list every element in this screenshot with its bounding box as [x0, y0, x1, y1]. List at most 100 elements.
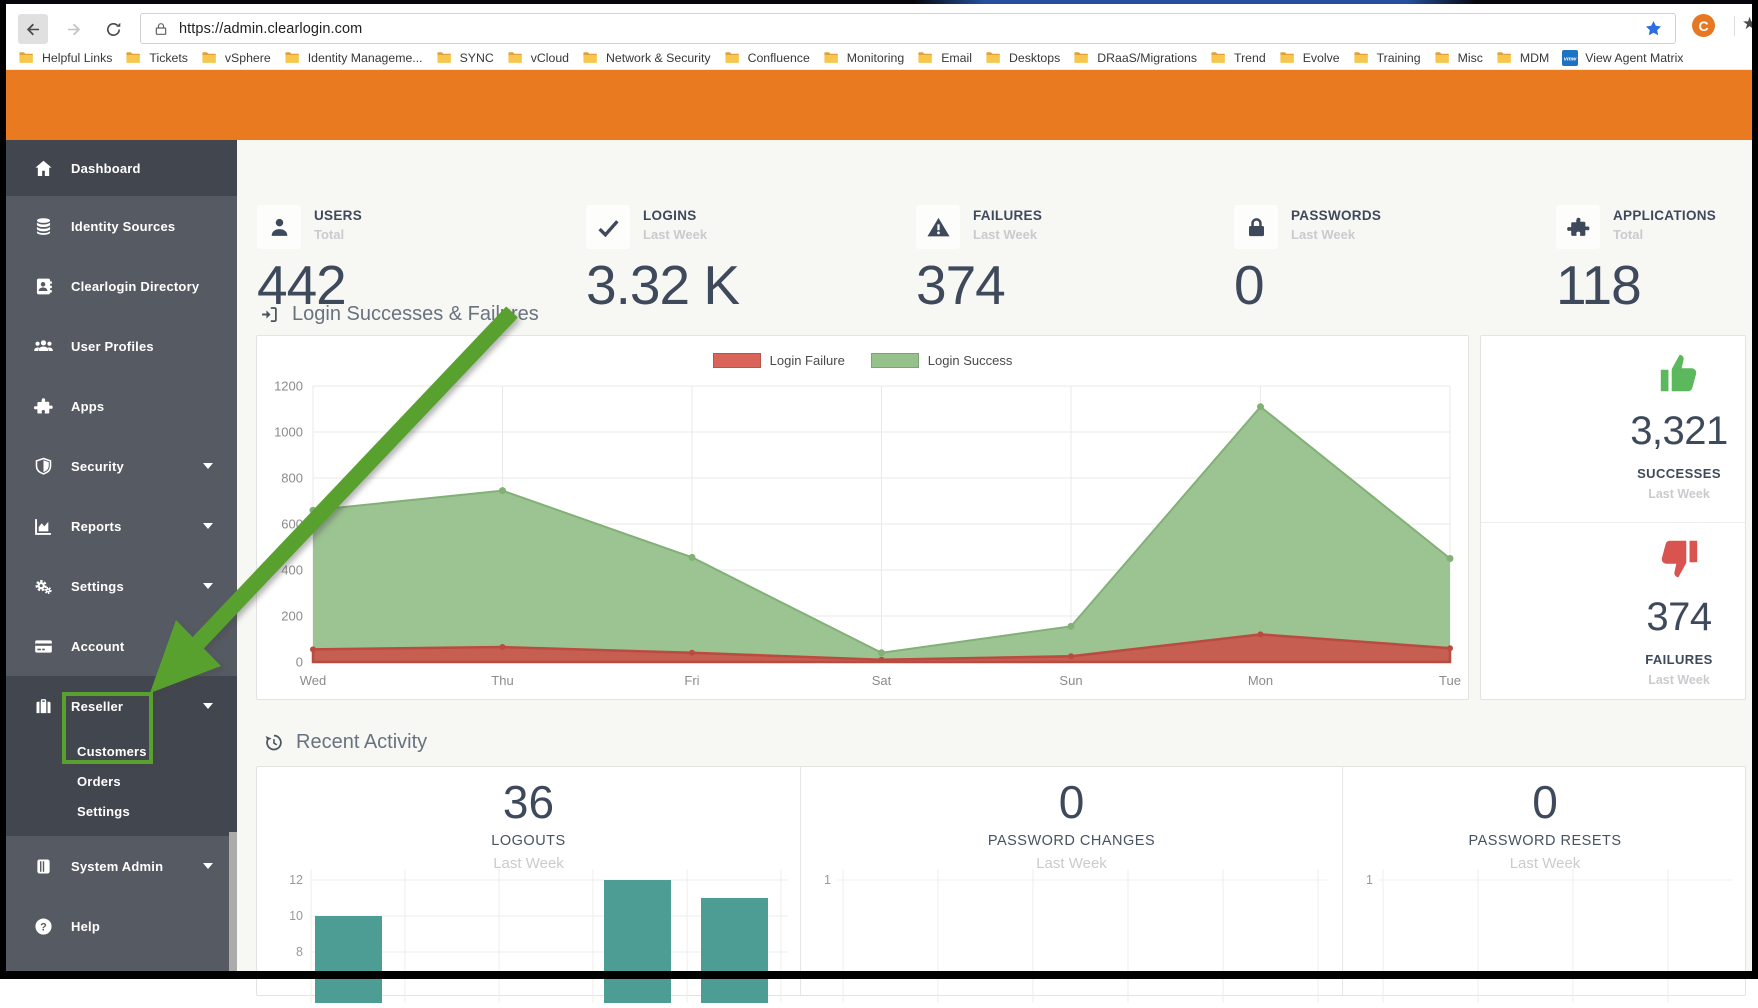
sidebar-item-settings[interactable]: Settings	[0, 556, 237, 616]
stat-failures: FAILURESLast Week374	[916, 205, 1042, 313]
bookmark-label: SYNC	[460, 51, 494, 65]
recent-label: PASSWORD CHANGES	[801, 833, 1342, 849]
sidebar-subitem-label: Settings	[77, 804, 130, 819]
stat-value: 3.32 K	[586, 258, 739, 313]
logins-section-title: Login Successes & Failures	[259, 303, 539, 326]
history-icon	[263, 732, 284, 753]
app-header: EVOLVE IP WORKSPACES POWERED BY CLEARLOG…	[0, 70, 1758, 140]
sidebar-item-label: User Profiles	[71, 339, 237, 354]
home-icon	[33, 158, 54, 179]
recent-activity-title-text: Recent Activity	[296, 731, 427, 754]
bookmark-vsphere[interactable]: vSphere	[201, 50, 271, 65]
folder-icon	[724, 50, 741, 65]
vmw-icon: vmw	[1562, 50, 1578, 66]
recent-mini-chart[interactable]: 1	[1343, 863, 1748, 1008]
sidebar-item-identity-sources[interactable]: Identity Sources	[0, 196, 237, 256]
folder-icon	[125, 50, 142, 65]
bookmark-trend[interactable]: Trend	[1210, 50, 1266, 65]
folder-icon	[1210, 50, 1227, 65]
sidebar-item-apps[interactable]: Apps	[0, 376, 237, 436]
recent-mini-chart[interactable]: 1	[801, 863, 1343, 1008]
chart-area-icon	[33, 516, 54, 537]
clearlogin-extension-icon[interactable]: C	[1692, 14, 1715, 37]
bookmark-label: Evolve	[1303, 51, 1340, 65]
bookmark-mdm[interactable]: MDM	[1496, 50, 1549, 65]
bookmark-desktops[interactable]: Desktops	[985, 50, 1060, 65]
bookmark-vcloud[interactable]: vCloud	[507, 50, 569, 65]
bookmark-label: Network & Security	[606, 51, 711, 65]
question-icon: ?	[33, 916, 54, 937]
sidebar-subitem-reseller-customers[interactable]: Customers	[0, 736, 237, 766]
svg-text:0: 0	[296, 655, 303, 670]
recent-value: 0	[801, 778, 1342, 826]
sidebar-item-dashboard[interactable]: Dashboard	[0, 140, 237, 196]
browser-reload-button[interactable]	[98, 14, 128, 44]
sidebar-item-clearlogin-directory[interactable]: Clearlogin Directory	[0, 256, 237, 316]
folder-icon	[284, 50, 301, 65]
back-icon	[24, 20, 43, 39]
sidebar-item-security[interactable]: Security	[0, 436, 237, 496]
bookmark-network-security[interactable]: Network & Security	[582, 50, 711, 65]
stat-passwords: PASSWORDSLast Week0	[1234, 205, 1381, 313]
bookmark-label: Email	[941, 51, 972, 65]
bookmark-evolve[interactable]: Evolve	[1279, 50, 1340, 65]
sidebar-section-reseller: Reseller Customers Orders Settings	[0, 676, 237, 836]
recent-mini-chart[interactable]: 12108	[257, 863, 800, 1008]
bookmark-label: DRaaS/Migrations	[1097, 51, 1197, 65]
toolbar-divider	[1734, 16, 1735, 36]
bookmark-tickets[interactable]: Tickets	[125, 50, 188, 65]
sidebar-item-label: Security	[71, 459, 203, 474]
sidebar-item-help[interactable]: ?Help	[0, 896, 237, 956]
bookmark-misc[interactable]: Misc	[1434, 50, 1483, 65]
sidebar-subitem-label: Customers	[77, 744, 147, 759]
bookmark-training[interactable]: Training	[1353, 50, 1421, 65]
window-frame-bottom	[0, 971, 1758, 979]
address-bar[interactable]: https://admin.clearlogin.com	[140, 13, 1676, 44]
thumbs-up-icon	[1656, 350, 1702, 396]
recent-label: PASSWORD RESETS	[1343, 833, 1747, 849]
scrollbar-thumb[interactable]	[229, 832, 237, 971]
login-area-chart[interactable]: 020040060080010001200WedThuFriSatSunMonT…	[257, 336, 1470, 704]
recent-card-password-changes: 0PASSWORD CHANGESLast Week1	[800, 767, 1342, 995]
sidebar-item-reseller[interactable]: Reseller	[0, 676, 237, 736]
bookmark-label: Helpful Links	[42, 51, 112, 65]
recent-label: LOGOUTS	[257, 833, 800, 849]
reload-icon	[104, 20, 123, 39]
address-book-icon	[33, 276, 54, 297]
bookmark-email[interactable]: Email	[917, 50, 972, 65]
folder-icon	[985, 50, 1002, 65]
stat-value: 0	[1234, 258, 1381, 313]
chevron-down-icon	[203, 703, 213, 709]
svg-text:Tue: Tue	[1439, 673, 1461, 688]
bookmark-confluence[interactable]: Confluence	[724, 50, 810, 65]
bookmark-view-agent-matrix[interactable]: vmwView Agent Matrix	[1562, 50, 1683, 66]
successes-summary: 3,321 SUCCESSES Last Week	[1601, 350, 1757, 501]
bookmark-label: Monitoring	[847, 51, 904, 65]
browser-back-button[interactable]	[18, 14, 48, 44]
svg-text:800: 800	[281, 471, 303, 486]
sidebar-item-reports[interactable]: Reports	[0, 496, 237, 556]
bookmark-sync[interactable]: SYNC	[436, 50, 494, 65]
folder-icon	[201, 50, 218, 65]
sidebar-item-account[interactable]: Account	[0, 616, 237, 676]
logins-section-title-text: Login Successes & Failures	[292, 303, 539, 326]
sidebar-item-label: Settings	[71, 579, 203, 594]
sidebar-subitem-reseller-settings[interactable]: Settings	[0, 796, 237, 826]
browser-forward-button[interactable]	[58, 14, 88, 44]
sidebar-item-label: Reseller	[71, 699, 203, 714]
favorite-star-icon[interactable]	[1644, 19, 1663, 38]
thumbs-down-icon	[1656, 536, 1702, 582]
sidebar-subitem-reseller-orders[interactable]: Orders	[0, 766, 237, 796]
bookmark-monitoring[interactable]: Monitoring	[823, 50, 904, 65]
successes-sublabel: Last Week	[1601, 487, 1757, 501]
sidebar-item-user-profiles[interactable]: User Profiles	[0, 316, 237, 376]
bookmark-draas-migrations[interactable]: DRaaS/Migrations	[1073, 50, 1197, 65]
bookmark-identity-manageme[interactable]: Identity Manageme...	[284, 50, 423, 65]
stat-sublabel: Total	[314, 227, 362, 242]
bookmark-helpful-links[interactable]: Helpful Links	[18, 50, 112, 65]
url-text[interactable]: https://admin.clearlogin.com	[179, 21, 362, 37]
folder-icon	[18, 50, 35, 65]
lock-icon	[1244, 215, 1269, 240]
recent-card-logouts: 36LOGOUTSLast Week12108	[257, 767, 800, 995]
sidebar-item-system-admin[interactable]: System Admin	[0, 836, 237, 896]
